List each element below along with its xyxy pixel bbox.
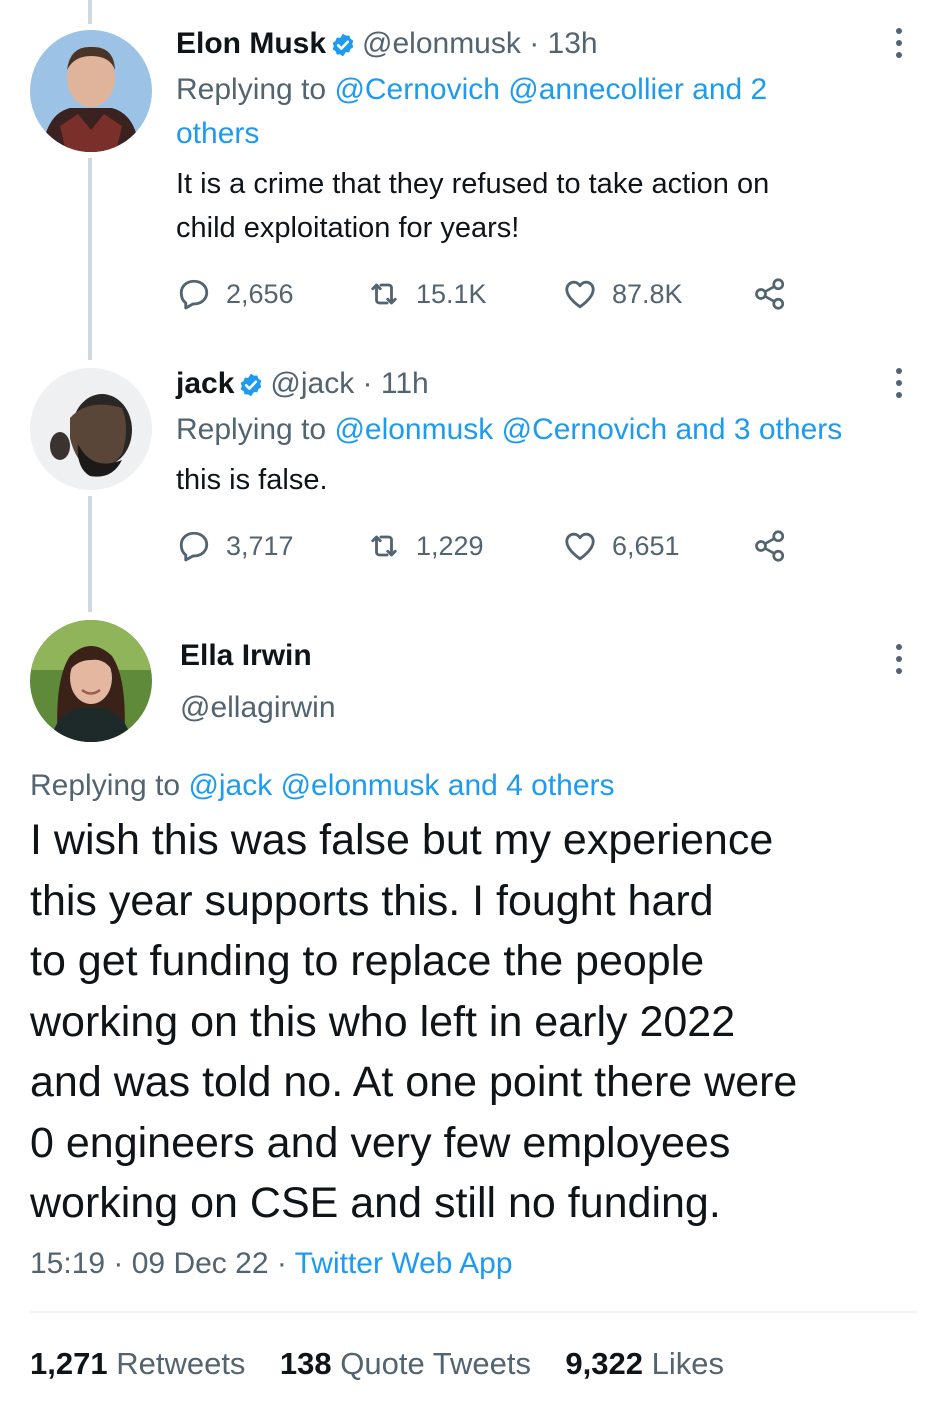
more-options-button[interactable] [892,368,906,398]
replying-to-link-cont[interactable]: others [176,117,259,150]
tweet-text-line: to get funding to replace the people [30,937,705,985]
replying-to: Replying to @elonmusk @Cernovich and 3 o… [176,408,842,452]
tweet-text-line: working on this who left in early 2022 [30,997,736,1046]
retweet-arrows-icon [371,535,397,557]
replying-label: Replying to [176,73,327,106]
author-name[interactable]: jack [176,367,234,400]
thread-line-2 [88,496,92,612]
more-options-button[interactable] [892,28,906,58]
separator-dot: · [520,27,548,60]
replying-to-link[interactable]: @jack @elonmusk and 4 others [188,769,614,802]
tweet-text-line: and was told no. At one point there were [30,1058,798,1106]
tweet-text-line: I wish this was false but my experience [30,816,774,864]
avatar-jack[interactable] [30,368,152,490]
avatar-elon[interactable] [30,30,152,152]
heart-icon [565,280,595,309]
likes-label: Likes [651,1346,724,1381]
replying-to-link[interactable]: @elonmusk @Cernovich and 3 others [334,413,842,446]
author-name[interactable]: Elon Musk [176,27,326,60]
tweet-text-line: working on CSE and still no funding. [30,1179,721,1227]
share-icon [755,278,785,310]
author-handle[interactable]: @ellagirwin [180,690,336,726]
likes-stat[interactable]: 9,322 Likes [565,1346,724,1381]
author-handle[interactable]: @jack [270,367,354,400]
tweet-time[interactable]: 11h [381,367,429,400]
tweet-text-line: 0 engineers and very few employees [30,1118,731,1167]
like-button[interactable]: 87.8K [562,274,683,314]
tweet-text: this is false. [176,458,328,502]
heart-icon [565,532,595,561]
replying-to: Replying to @Cernovich @annecollier and … [176,68,767,156]
verified-badge-icon [241,373,262,397]
quote-tweets-count: 138 [279,1346,332,1381]
tweet-text-line: child exploitation for years! [176,212,520,244]
quote-tweets-label: Quote Tweets [340,1346,531,1381]
tweet-stats: 1,271 Retweets 138 Quote Tweets 9,322 Li… [30,1342,724,1386]
replying-label: Replying to [176,413,327,446]
like-count: 6,651 [612,530,680,561]
tweet-time[interactable]: 15:19 [30,1247,105,1280]
reply-button[interactable]: 2,656 [176,274,294,314]
tweet-time[interactable]: 13h [548,27,598,60]
share-icon [755,530,785,562]
reply-button[interactable]: 3,717 [176,526,294,566]
reply-bubble-icon [179,279,209,310]
author-handle[interactable]: @elonmusk [362,27,521,60]
tweet-text-line: It is a crime that they refused to take … [176,168,770,200]
reply-bubble-icon [179,531,209,562]
tweet-text-line: this is false. [176,464,328,496]
like-count: 87.8K [612,278,683,309]
retweets-label: Retweets [116,1346,246,1381]
reply-count: 2,656 [226,278,294,309]
tweet-text-line: this year supports this. I fought hard [30,876,714,925]
retweet-arrows-icon [371,283,397,305]
thread-line-1 [88,158,92,360]
retweet-button[interactable]: 1,229 [366,526,484,566]
tweet-text: It is a crime that they refused to take … [176,162,769,250]
author-name[interactable]: Ella Irwin [180,638,312,674]
share-button[interactable] [752,274,802,314]
tweet-date[interactable]: 09 Dec 22 [132,1247,269,1280]
tweet-source-link[interactable]: Twitter Web App [295,1247,513,1280]
more-vertical-icon [896,368,902,374]
retweets-stat[interactable]: 1,271 Retweets [30,1346,245,1381]
replying-to-link[interactable]: @Cernovich @annecollier and 2 [334,73,767,106]
main-tweet-text: I wish this was false but my experience … [30,810,910,1234]
more-options-button[interactable] [892,644,906,674]
tweet-header-elon: Elon Musk @elonmusk · 13h [176,26,598,62]
reply-count: 3,717 [226,530,294,561]
thread-line-top [88,0,92,24]
quote-tweets-stat[interactable]: 138 Quote Tweets [280,1346,531,1381]
avatar-ella[interactable] [30,620,152,742]
tweet-header-jack: jack @jack · 11h [176,366,429,402]
replying-to: Replying to @jack @elonmusk and 4 others [30,764,615,808]
retweet-count: 15.1K [416,278,487,309]
more-vertical-icon [896,644,902,650]
divider [30,1311,917,1313]
retweet-count: 1,229 [416,530,484,561]
separator-dot: · [354,367,381,400]
like-button[interactable]: 6,651 [562,526,680,566]
separator-dot: · [105,1247,132,1280]
replying-label: Replying to [30,769,181,802]
retweets-count: 1,271 [30,1346,108,1381]
likes-count: 9,322 [565,1346,643,1381]
tweet-meta: 15:19 · 09 Dec 22 · Twitter Web App [30,1244,513,1284]
more-vertical-icon [896,28,902,34]
verified-badge-icon [332,33,354,57]
share-button[interactable] [752,526,802,566]
retweet-button[interactable]: 15.1K [366,274,487,314]
separator-dot: · [268,1247,295,1280]
